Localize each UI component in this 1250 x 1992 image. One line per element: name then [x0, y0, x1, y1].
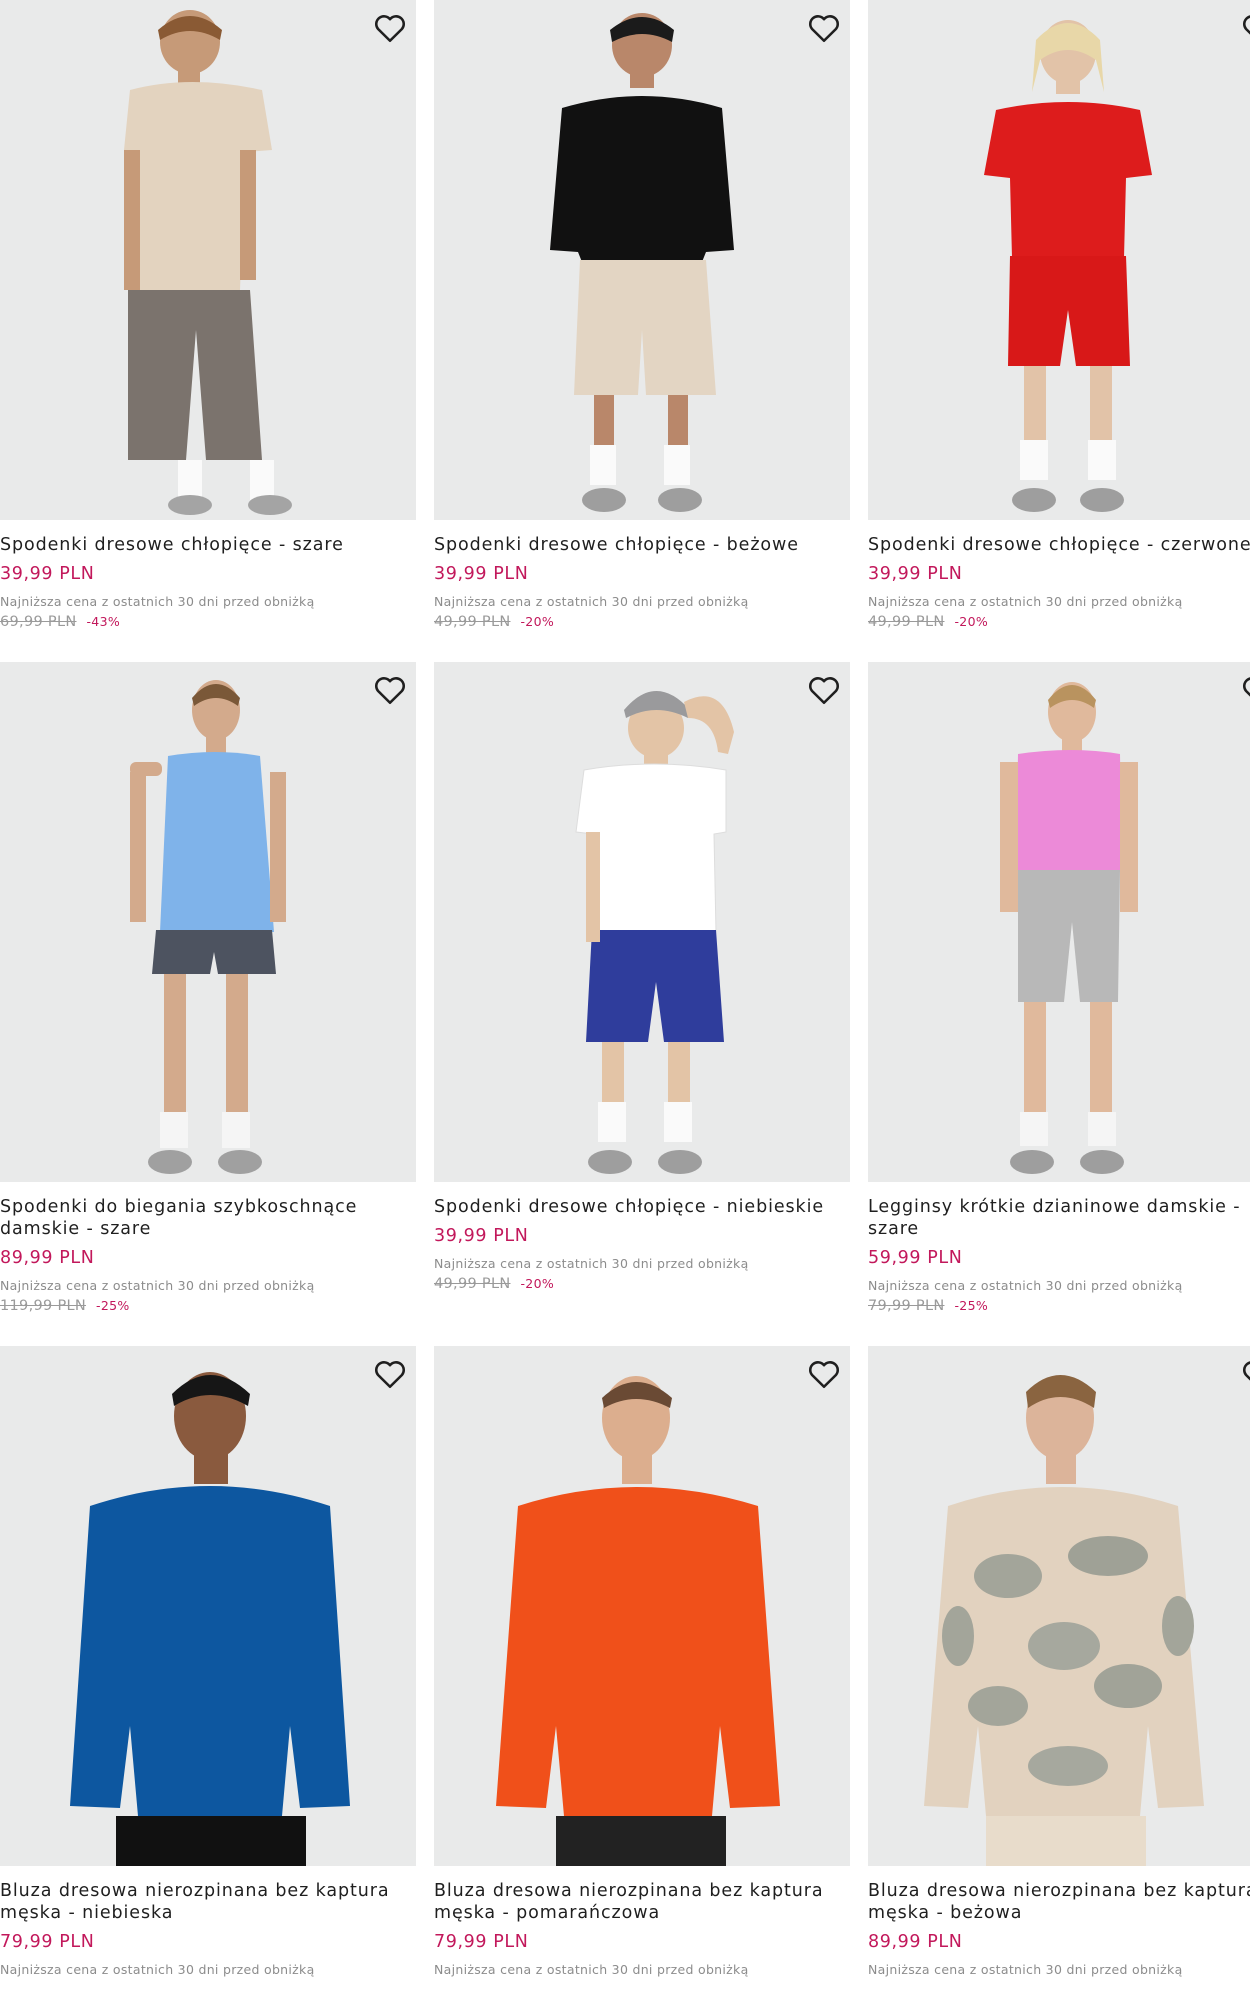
discount-badge: -20% [520, 614, 554, 629]
add-to-wishlist-button[interactable] [1240, 1356, 1250, 1392]
product-image[interactable] [434, 1346, 850, 1866]
product-image[interactable] [0, 662, 416, 1182]
product-card[interactable]: Spodenki dresowe chłopięce - szare 39,99… [0, 0, 416, 630]
product-photo-child-red-tee-red-shorts [984, 20, 1152, 512]
product-image[interactable] [434, 662, 850, 1182]
product-price: 39,99 PLN [434, 1226, 529, 1246]
product-image[interactable] [868, 0, 1250, 520]
product-price: 79,99 PLN [0, 1932, 95, 1952]
old-price-row: 49,99 PLN -20% [868, 614, 1250, 630]
product-card[interactable]: Bluza dresowa nierozpinana bez kaptura m… [434, 1346, 850, 1978]
heart-outline-icon [1243, 15, 1250, 35]
old-price-row: 79,99 PLN -25% [868, 1298, 1250, 1314]
product-card[interactable]: Spodenki do biegania szybkoschnące damsk… [0, 662, 416, 1314]
old-price: 49,99 PLN [434, 1276, 511, 1292]
heart-outline-icon [809, 677, 839, 705]
heart-outline-icon [1243, 677, 1250, 697]
discount-badge: -25% [96, 1298, 130, 1313]
old-price: 49,99 PLN [434, 614, 511, 630]
add-to-wishlist-button[interactable] [372, 1356, 408, 1392]
old-price: 79,99 PLN [868, 1298, 945, 1314]
lowest-price-note: Najniższa cena z ostatnich 30 dni przed … [0, 1962, 315, 1977]
lowest-price-note: Najniższa cena z ostatnich 30 dni przed … [0, 1278, 315, 1293]
old-price-row: 49,99 PLN -20% [434, 614, 850, 630]
discount-badge: -20% [520, 1276, 554, 1291]
product-image[interactable] [0, 1346, 416, 1866]
product-title[interactable]: Bluza dresowa nierozpinana bez kaptura m… [434, 1880, 850, 1924]
product-card[interactable]: Bluza dresowa nierozpinana bez kaptura m… [868, 1346, 1250, 1978]
product-title[interactable]: Bluza dresowa nierozpinana bez kaptura m… [0, 1880, 416, 1924]
product-photo-man-blue-sweatshirt [70, 1372, 350, 1866]
lowest-price-note: Najniższa cena z ostatnich 30 dni przed … [434, 1962, 749, 1977]
product-title[interactable]: Spodenki dresowe chłopięce - beżowe [434, 534, 850, 556]
product-card[interactable]: Spodenki dresowe chłopięce - czerwone 39… [868, 0, 1250, 630]
heart-outline-icon [375, 15, 405, 43]
heart-outline-icon [809, 15, 839, 43]
add-to-wishlist-button[interactable] [372, 672, 408, 708]
product-photo-boy-black-sweatshirt-beige-shorts [550, 13, 734, 512]
product-price: 39,99 PLN [868, 564, 963, 584]
product-card[interactable]: Spodenki dresowe chłopięce - beżowe 39,9… [434, 0, 850, 630]
lowest-price-note: Najniższa cena z ostatnich 30 dni przed … [434, 594, 749, 609]
add-to-wishlist-button[interactable] [1240, 10, 1250, 46]
old-price-row: 49,99 PLN -20% [434, 1276, 850, 1292]
product-image[interactable] [434, 0, 850, 520]
product-card[interactable]: Bluza dresowa nierozpinana bez kaptura m… [0, 1346, 416, 1978]
old-price-row: 119,99 PLN -25% [0, 1298, 416, 1314]
product-title[interactable]: Spodenki do biegania szybkoschnące damsk… [0, 1196, 416, 1240]
old-price: 69,99 PLN [0, 614, 77, 630]
discount-badge: -43% [86, 614, 120, 629]
product-image[interactable] [868, 1346, 1250, 1866]
product-photo-woman-blue-tank-gray-shorts [130, 680, 286, 1174]
old-price: 49,99 PLN [868, 614, 945, 630]
lowest-price-note: Najniższa cena z ostatnich 30 dni przed … [868, 1278, 1183, 1293]
add-to-wishlist-button[interactable] [806, 672, 842, 708]
product-photo-woman-pink-tank-gray-leggings [1000, 682, 1138, 1174]
old-price-row: 69,99 PLN -43% [0, 614, 416, 630]
product-price: 89,99 PLN [868, 1932, 963, 1952]
product-price: 39,99 PLN [0, 564, 95, 584]
lowest-price-note: Najniższa cena z ostatnich 30 dni przed … [434, 1256, 749, 1271]
product-price: 89,99 PLN [0, 1248, 95, 1268]
discount-badge: -25% [954, 1298, 988, 1313]
product-title[interactable]: Bluza dresowa nierozpinana bez kaptura m… [868, 1880, 1250, 1924]
product-title[interactable]: Spodenki dresowe chłopięce - szare [0, 534, 416, 556]
product-photo-boy-white-tee-navy-shorts [575, 691, 734, 1174]
product-price: 79,99 PLN [434, 1932, 529, 1952]
product-title[interactable]: Legginsy krótkie dzianinowe damskie - sz… [868, 1196, 1250, 1240]
product-photo-man-orange-sweatshirt [496, 1376, 780, 1866]
heart-outline-icon [375, 677, 405, 705]
heart-outline-icon [375, 1361, 405, 1389]
heart-outline-icon [809, 1361, 839, 1389]
add-to-wishlist-button[interactable] [806, 1356, 842, 1392]
product-card[interactable]: Legginsy krótkie dzianinowe damskie - sz… [868, 662, 1250, 1314]
product-photo-man-beige-tie-dye-sweatshirt [924, 1375, 1204, 1866]
product-title[interactable]: Spodenki dresowe chłopięce - czerwone [868, 534, 1250, 556]
discount-badge: -20% [954, 614, 988, 629]
lowest-price-note: Najniższa cena z ostatnich 30 dni przed … [868, 594, 1183, 609]
add-to-wishlist-button[interactable] [806, 10, 842, 46]
product-image[interactable] [0, 0, 416, 520]
heart-outline-icon [1243, 1361, 1250, 1381]
product-image[interactable] [868, 662, 1250, 1182]
lowest-price-note: Najniższa cena z ostatnich 30 dni przed … [0, 594, 315, 609]
old-price: 119,99 PLN [0, 1298, 87, 1314]
lowest-price-note: Najniższa cena z ostatnich 30 dni przed … [868, 1962, 1183, 1977]
product-card[interactable]: Spodenki dresowe chłopięce - niebieskie … [434, 662, 850, 1292]
product-price: 59,99 PLN [868, 1248, 963, 1268]
product-title[interactable]: Spodenki dresowe chłopięce - niebieskie [434, 1196, 850, 1218]
add-to-wishlist-button[interactable] [372, 10, 408, 46]
product-price: 39,99 PLN [434, 564, 529, 584]
product-photo-boy-beige-tee-gray-shorts [124, 10, 292, 515]
add-to-wishlist-button[interactable] [1240, 672, 1250, 708]
product-grid: Spodenki dresowe chłopięce - szare 39,99… [0, 0, 1250, 1992]
